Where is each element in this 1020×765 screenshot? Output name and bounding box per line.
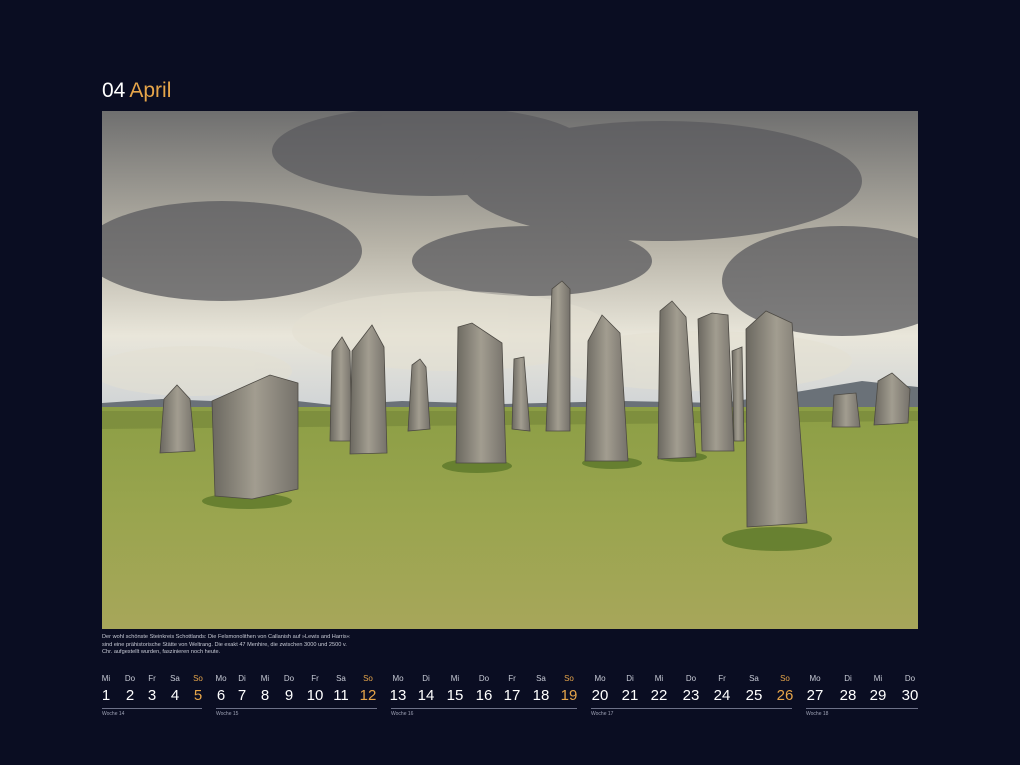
day-of-week-label: Sa <box>536 674 546 683</box>
week-number-label: Woche 17 <box>591 711 614 717</box>
day-of-week-label: Do <box>904 674 916 683</box>
calendar-day: Do 16 <box>469 674 499 706</box>
day-of-week-label: Mo <box>809 674 821 683</box>
day-number: 25 <box>745 687 763 704</box>
calendar-day: Fr 24 <box>707 674 737 706</box>
calendar-day: So 12 <box>353 674 383 706</box>
day-of-week-label: Fr <box>718 674 726 683</box>
day-number: 15 <box>446 687 464 704</box>
day-of-week-label: Mo <box>392 674 404 683</box>
calendar-day: Mo 27 <box>800 674 830 706</box>
month-title: 04 April <box>102 78 171 104</box>
calendar-day: Sa 18 <box>526 674 556 706</box>
day-number: 13 <box>389 687 407 704</box>
day-of-week-label: So <box>564 674 574 683</box>
day-of-week-label: So <box>780 674 790 683</box>
photo-caption: Der wohl schönste Steinkreis Schottlands… <box>102 634 350 656</box>
day-of-week-label: Mi <box>654 674 664 683</box>
calendar-day: Do 23 <box>676 674 706 706</box>
calendar-day: Sa 25 <box>739 674 769 706</box>
day-number: 23 <box>682 687 700 704</box>
calendar-day: Mo 13 <box>383 674 413 706</box>
day-number: 17 <box>503 687 521 704</box>
week-number-label: Woche 15 <box>216 711 239 717</box>
day-number: 22 <box>650 687 668 704</box>
day-of-week-label: Mi <box>873 674 883 683</box>
calendar-day: Mi 29 <box>863 674 893 706</box>
day-number: 26 <box>776 687 794 704</box>
calendar-day: Sa 11 <box>326 674 356 706</box>
calendar-day: Fr 17 <box>497 674 527 706</box>
day-of-week-label: Di <box>626 674 634 683</box>
day-number: 19 <box>560 687 578 704</box>
day-of-week-label: Di <box>422 674 430 683</box>
day-of-week-label: Sa <box>336 674 346 683</box>
month-name: April <box>129 79 172 102</box>
week-divider <box>591 708 792 709</box>
day-number: 21 <box>621 687 639 704</box>
day-of-week-label: So <box>363 674 373 683</box>
day-number: 29 <box>869 687 887 704</box>
week-number-label: Woche 14 <box>102 711 125 717</box>
day-of-week-label: Mo <box>594 674 606 683</box>
calendar-day: Di 28 <box>833 674 863 706</box>
standing-stones-photo <box>102 111 918 629</box>
calendar-day: Mo 20 <box>585 674 615 706</box>
calendar-day: Mi 15 <box>440 674 470 706</box>
calendar-day: So 26 <box>770 674 800 706</box>
day-number: 20 <box>591 687 609 704</box>
day-number: 30 <box>901 687 919 704</box>
week-divider <box>806 708 918 709</box>
calendar-day: So 19 <box>554 674 584 706</box>
day-number: 12 <box>359 687 377 704</box>
week-divider <box>216 708 377 709</box>
day-of-week-label: Do <box>478 674 490 683</box>
day-number: 27 <box>806 687 824 704</box>
day-number: 28 <box>839 687 857 704</box>
week-number-label: Woche 18 <box>806 711 829 717</box>
calendar-day: Di 14 <box>411 674 441 706</box>
day-of-week-label: Fr <box>508 674 516 683</box>
day-number: 24 <box>713 687 731 704</box>
day-of-week-label: Do <box>685 674 697 683</box>
day-number: 16 <box>475 687 493 704</box>
day-of-week-label: Sa <box>749 674 759 683</box>
calendar-day: Di 21 <box>615 674 645 706</box>
day-number: 18 <box>532 687 550 704</box>
day-of-week-label: Di <box>844 674 852 683</box>
day-number: 14 <box>417 687 435 704</box>
week-divider <box>102 708 202 709</box>
calendar-strip: Mi 1 Do 2 Fr 3 Sa 4 So 5 Mo 6 Di 7 Mi 8 Do 9 Fr 10 Sa 11 So 12 M… <box>0 674 1020 724</box>
calendar-day: Do 30 <box>895 674 925 706</box>
month-number: 04 <box>102 79 126 102</box>
calendar-day: Mi 22 <box>644 674 674 706</box>
calendar-photo <box>102 111 918 629</box>
day-number: 11 <box>333 687 349 704</box>
week-number-label: Woche 16 <box>391 711 414 717</box>
week-divider <box>391 708 577 709</box>
day-of-week-label: Mi <box>450 674 460 683</box>
